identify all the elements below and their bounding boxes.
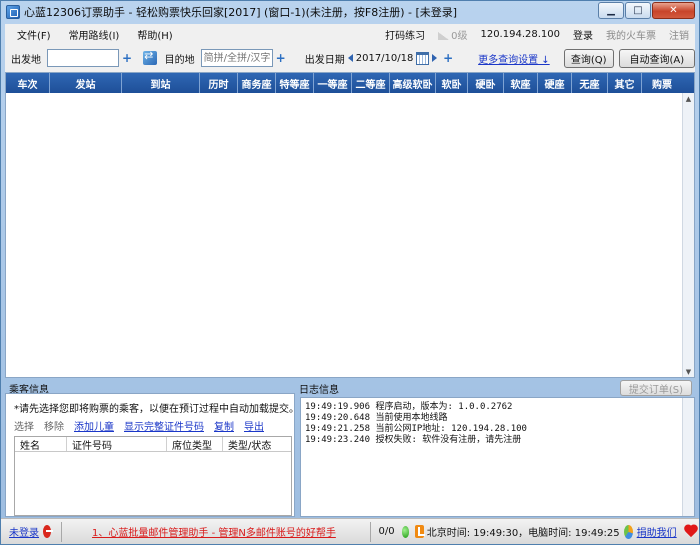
col-soft-seat[interactable]: 软座 — [504, 73, 538, 93]
log-scrollbar[interactable] — [682, 398, 694, 516]
query-toolbar: 出发地 + 目的地 + 出发日期 2017/10/18 + 更多查询设置 ↓ 查… — [5, 44, 695, 72]
menu-common-routes[interactable]: 常用路线(I) — [63, 27, 126, 42]
train-results-grid[interactable]: 车次 发站 到站 历时 商务座 特等座 一等座 二等座 高级软卧 软卧 硬卧 软… — [5, 72, 695, 378]
add-child-link[interactable]: 添加儿童 — [74, 418, 114, 433]
col-seat-type[interactable]: 席位类型 — [167, 437, 223, 452]
calendar-icon[interactable] — [416, 51, 430, 65]
log-lines: 19:49:19.906 程序启动，版本为: 1.0.0.2762 19:49:… — [305, 402, 527, 446]
select-passenger-link[interactable]: 选择 — [14, 418, 34, 433]
title-bar[interactable]: 心蓝12306订票助手 - 轻松购票快乐回家[2017] (窗口-1)(未注册，… — [1, 1, 699, 22]
log-panel: 19:49:19.906 程序启动，版本为: 1.0.0.2762 19:49:… — [300, 397, 695, 517]
time-display: 北京时间: 19:49:30，电脑时间: 19:49:25 — [426, 528, 620, 539]
col-second-class[interactable]: 二等座 — [352, 73, 390, 93]
login-status-link[interactable]: 未登录 — [9, 524, 39, 539]
status-separator — [369, 521, 371, 542]
scroll-down-icon[interactable]: ▼ — [683, 366, 694, 377]
col-duration[interactable]: 历时 — [200, 73, 238, 93]
menu-bar: 文件(F) 常用路线(I) 帮助(H) 打码练习 0级 120.194.28.1… — [5, 24, 695, 44]
app-logo-icon — [6, 4, 20, 19]
log-line: 19:49:19.906 程序启动，版本为: 1.0.0.2762 — [305, 402, 513, 412]
col-id-number[interactable]: 证件号码 — [67, 437, 167, 452]
col-buy-ticket[interactable]: 购票 — [642, 73, 682, 93]
logout-link[interactable]: 注销 — [669, 27, 689, 42]
col-soft-sleeper[interactable]: 软卧 — [436, 73, 468, 93]
menu-right-group: 打码练习 0级 120.194.28.100 登录 我的火车票 注销 — [372, 27, 695, 42]
col-no-seat[interactable]: 无座 — [572, 73, 608, 93]
next-date-icon[interactable] — [432, 54, 438, 62]
my-tickets-link[interactable]: 我的火车票 — [606, 27, 656, 42]
clock-icon — [415, 525, 426, 538]
minimize-button[interactable]: ▁ — [598, 2, 624, 19]
add-to-station-icon[interactable]: + — [276, 51, 286, 65]
grid-header: 车次 发站 到站 历时 商务座 特等座 一等座 二等座 高级软卧 软卧 硬卧 软… — [6, 73, 694, 93]
level-text: 0级 — [451, 30, 468, 42]
menu-file[interactable]: 文件(F) — [11, 27, 57, 42]
col-other[interactable]: 其它 — [608, 73, 642, 93]
from-station-input[interactable] — [47, 49, 119, 67]
passenger-table[interactable]: 姓名 证件号码 席位类型 类型/状态 — [14, 436, 292, 516]
prev-date-icon[interactable] — [347, 54, 353, 62]
window-controls: ▁ □ ✕ — [598, 2, 695, 19]
add-date-icon[interactable]: + — [443, 51, 453, 65]
signal-icon — [438, 31, 450, 40]
ip-address: 120.194.28.100 — [480, 28, 560, 40]
add-from-station-icon[interactable]: + — [122, 51, 132, 65]
col-from-station[interactable]: 发站 — [50, 73, 122, 93]
from-label: 出发地 — [11, 54, 41, 66]
col-hard-sleeper[interactable]: 硬卧 — [468, 73, 504, 93]
col-premium-seat[interactable]: 特等座 — [276, 73, 314, 93]
passenger-hint: *请先选择您即将购票的乘客，以便在预订过程中自动加载提交。 — [14, 404, 299, 415]
status-bar: 未登录 1、心蓝批量邮件管理助手 - 管理N多邮件账号的好帮手 0/0 北京时间… — [1, 518, 699, 544]
log-line: 19:49:21.258 当前公网IP地址: 120.194.28.100 — [305, 424, 527, 434]
heart-icon[interactable] — [683, 525, 693, 539]
scroll-up-icon[interactable]: ▲ — [683, 93, 694, 104]
status-separator — [61, 521, 63, 542]
search-button[interactable]: 查询(Q) — [563, 48, 614, 68]
captcha-practice-link[interactable]: 打码练习 — [385, 27, 425, 42]
connection-status-icon — [401, 525, 410, 538]
to-station-input[interactable] — [200, 49, 273, 67]
col-type-status[interactable]: 类型/状态 — [223, 437, 291, 452]
menu-help[interactable]: 帮助(H) — [131, 27, 178, 42]
app-window: 心蓝12306订票助手 - 轻松购票快乐回家[2017] (窗口-1)(未注册，… — [0, 0, 700, 545]
date-value[interactable]: 2017/10/18 — [356, 53, 414, 64]
col-business-seat[interactable]: 商务座 — [238, 73, 276, 93]
auto-search-button[interactable]: 自动查询(A) — [618, 48, 695, 68]
passenger-panel: *请先选择您即将购票的乘客，以便在预订过程中自动加载提交。 选择 移除 添加儿童… — [5, 393, 299, 517]
sync-time-icon[interactable] — [623, 524, 633, 539]
swap-stations-icon[interactable] — [143, 49, 157, 65]
donate-link[interactable]: 捐助我们 — [637, 524, 677, 539]
col-hard-seat[interactable]: 硬座 — [538, 73, 572, 93]
more-query-settings-link[interactable]: 更多查询设置 ↓ — [478, 51, 550, 66]
col-first-class[interactable]: 一等座 — [314, 73, 352, 93]
col-train-number[interactable]: 车次 — [6, 73, 50, 93]
query-count: 0/0 — [378, 526, 395, 537]
col-name[interactable]: 姓名 — [15, 437, 67, 452]
passenger-table-header: 姓名 证件号码 席位类型 类型/状态 — [15, 437, 291, 452]
submit-order-button[interactable]: 提交订单(S) — [619, 380, 692, 396]
show-full-id-link[interactable]: 显示完整证件号码 — [124, 418, 204, 433]
login-link[interactable]: 登录 — [573, 27, 593, 42]
close-button[interactable]: ✕ — [652, 2, 695, 19]
to-label: 目的地 — [164, 54, 195, 66]
window-title: 心蓝12306订票助手 - 轻松购票快乐回家[2017] (窗口-1)(未注册，… — [24, 5, 458, 19]
col-to-station[interactable]: 到站 — [122, 73, 200, 93]
remove-passenger-link[interactable]: 移除 — [44, 418, 64, 433]
log-panel-title: 日志信息 — [299, 385, 339, 396]
passenger-actions: 选择 移除 添加儿童 显示完整证件号码 复制 导出 — [14, 418, 264, 433]
maximize-button[interactable]: □ — [625, 2, 651, 19]
ad-link[interactable]: 1、心蓝批量邮件管理助手 - 管理N多邮件账号的好帮手 — [92, 524, 336, 539]
log-line: 19:49:20.648 当前使用本地线路 — [305, 413, 448, 423]
stop-icon[interactable] — [43, 525, 54, 538]
col-deluxe-sleeper[interactable]: 高级软卧 — [390, 73, 436, 93]
export-link[interactable]: 导出 — [244, 418, 264, 433]
date-label: 出发日期 — [304, 54, 345, 66]
log-line: 19:49:23.240 授权失败: 软件没有注册，请先注册 — [305, 435, 522, 445]
copy-link[interactable]: 复制 — [214, 418, 234, 433]
grid-vertical-scrollbar[interactable]: ▲ ▼ — [682, 93, 694, 377]
user-level: 0级 — [438, 27, 467, 42]
